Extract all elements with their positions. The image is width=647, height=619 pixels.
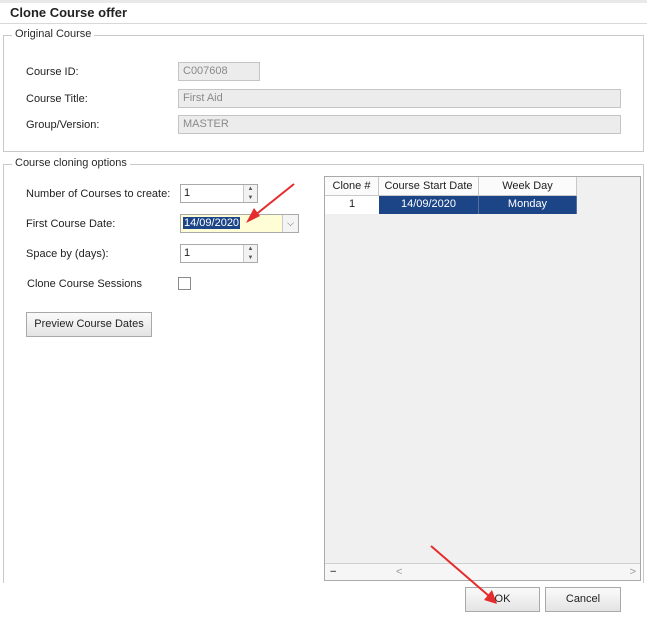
- spin-up-icon[interactable]: ▲: [244, 185, 257, 194]
- column-header-week-day[interactable]: Week Day: [479, 177, 577, 196]
- space-days-value: 1: [184, 247, 191, 259]
- ok-button[interactable]: OK: [465, 587, 540, 612]
- title-bar: Clone Course offer: [0, 3, 647, 24]
- group-version-label: Group/Version:: [26, 119, 100, 131]
- first-date-label: First Course Date:: [26, 218, 116, 230]
- cell-clone[interactable]: 1: [325, 196, 379, 214]
- course-title-field: First Aid: [178, 89, 621, 108]
- num-courses-label: Number of Courses to create:: [26, 188, 171, 200]
- horizontal-scrollbar[interactable]: − < >: [325, 563, 640, 580]
- num-courses-stepper[interactable]: 1 ▲ ▼: [180, 184, 258, 203]
- scroll-left-icon[interactable]: <: [396, 566, 402, 578]
- collapse-icon[interactable]: −: [330, 566, 336, 578]
- cancel-button[interactable]: Cancel: [545, 587, 621, 612]
- course-title-label: Course Title:: [26, 93, 88, 105]
- preview-dates-button[interactable]: Preview Course Dates: [26, 312, 152, 337]
- group-version-field: MASTER: [178, 115, 621, 134]
- spin-up-icon[interactable]: ▲: [244, 245, 257, 254]
- cell-start-date[interactable]: 14/09/2020: [379, 196, 479, 214]
- dialog-title: Clone Course offer: [10, 5, 128, 20]
- space-days-stepper[interactable]: 1 ▲ ▼: [180, 244, 258, 263]
- cloning-options-legend: Course cloning options: [12, 157, 130, 169]
- scroll-right-icon[interactable]: >: [630, 566, 636, 578]
- space-days-spin-buttons[interactable]: ▲ ▼: [243, 245, 257, 262]
- first-date-value: 14/09/2020: [183, 217, 241, 229]
- original-course-legend: Original Course: [12, 28, 95, 40]
- spin-down-icon[interactable]: ▼: [244, 194, 257, 203]
- original-course-panel: Original Course Course ID: C007608 Cours…: [3, 28, 644, 152]
- course-id-field: C007608: [178, 62, 260, 81]
- course-id-label: Course ID:: [26, 66, 79, 78]
- num-courses-value: 1: [184, 187, 191, 199]
- clone-sessions-checkbox[interactable]: [178, 277, 191, 290]
- space-days-label: Space by (days):: [26, 248, 109, 260]
- dialog-footer: OK Cancel: [0, 583, 647, 619]
- num-courses-spin-buttons[interactable]: ▲ ▼: [243, 185, 257, 202]
- clone-sessions-label: Clone Course Sessions: [27, 278, 142, 290]
- first-date-input[interactable]: 14/09/2020 ⌵: [180, 214, 299, 233]
- chevron-down-icon[interactable]: ⌵: [282, 215, 298, 232]
- spin-down-icon[interactable]: ▼: [244, 254, 257, 263]
- column-header-start-date[interactable]: Course Start Date: [379, 177, 479, 196]
- column-header-clone[interactable]: Clone #: [325, 177, 379, 196]
- clone-dates-grid[interactable]: Clone # Course Start Date Week Day 1 14/…: [324, 176, 641, 581]
- cell-week-day[interactable]: Monday: [479, 196, 577, 214]
